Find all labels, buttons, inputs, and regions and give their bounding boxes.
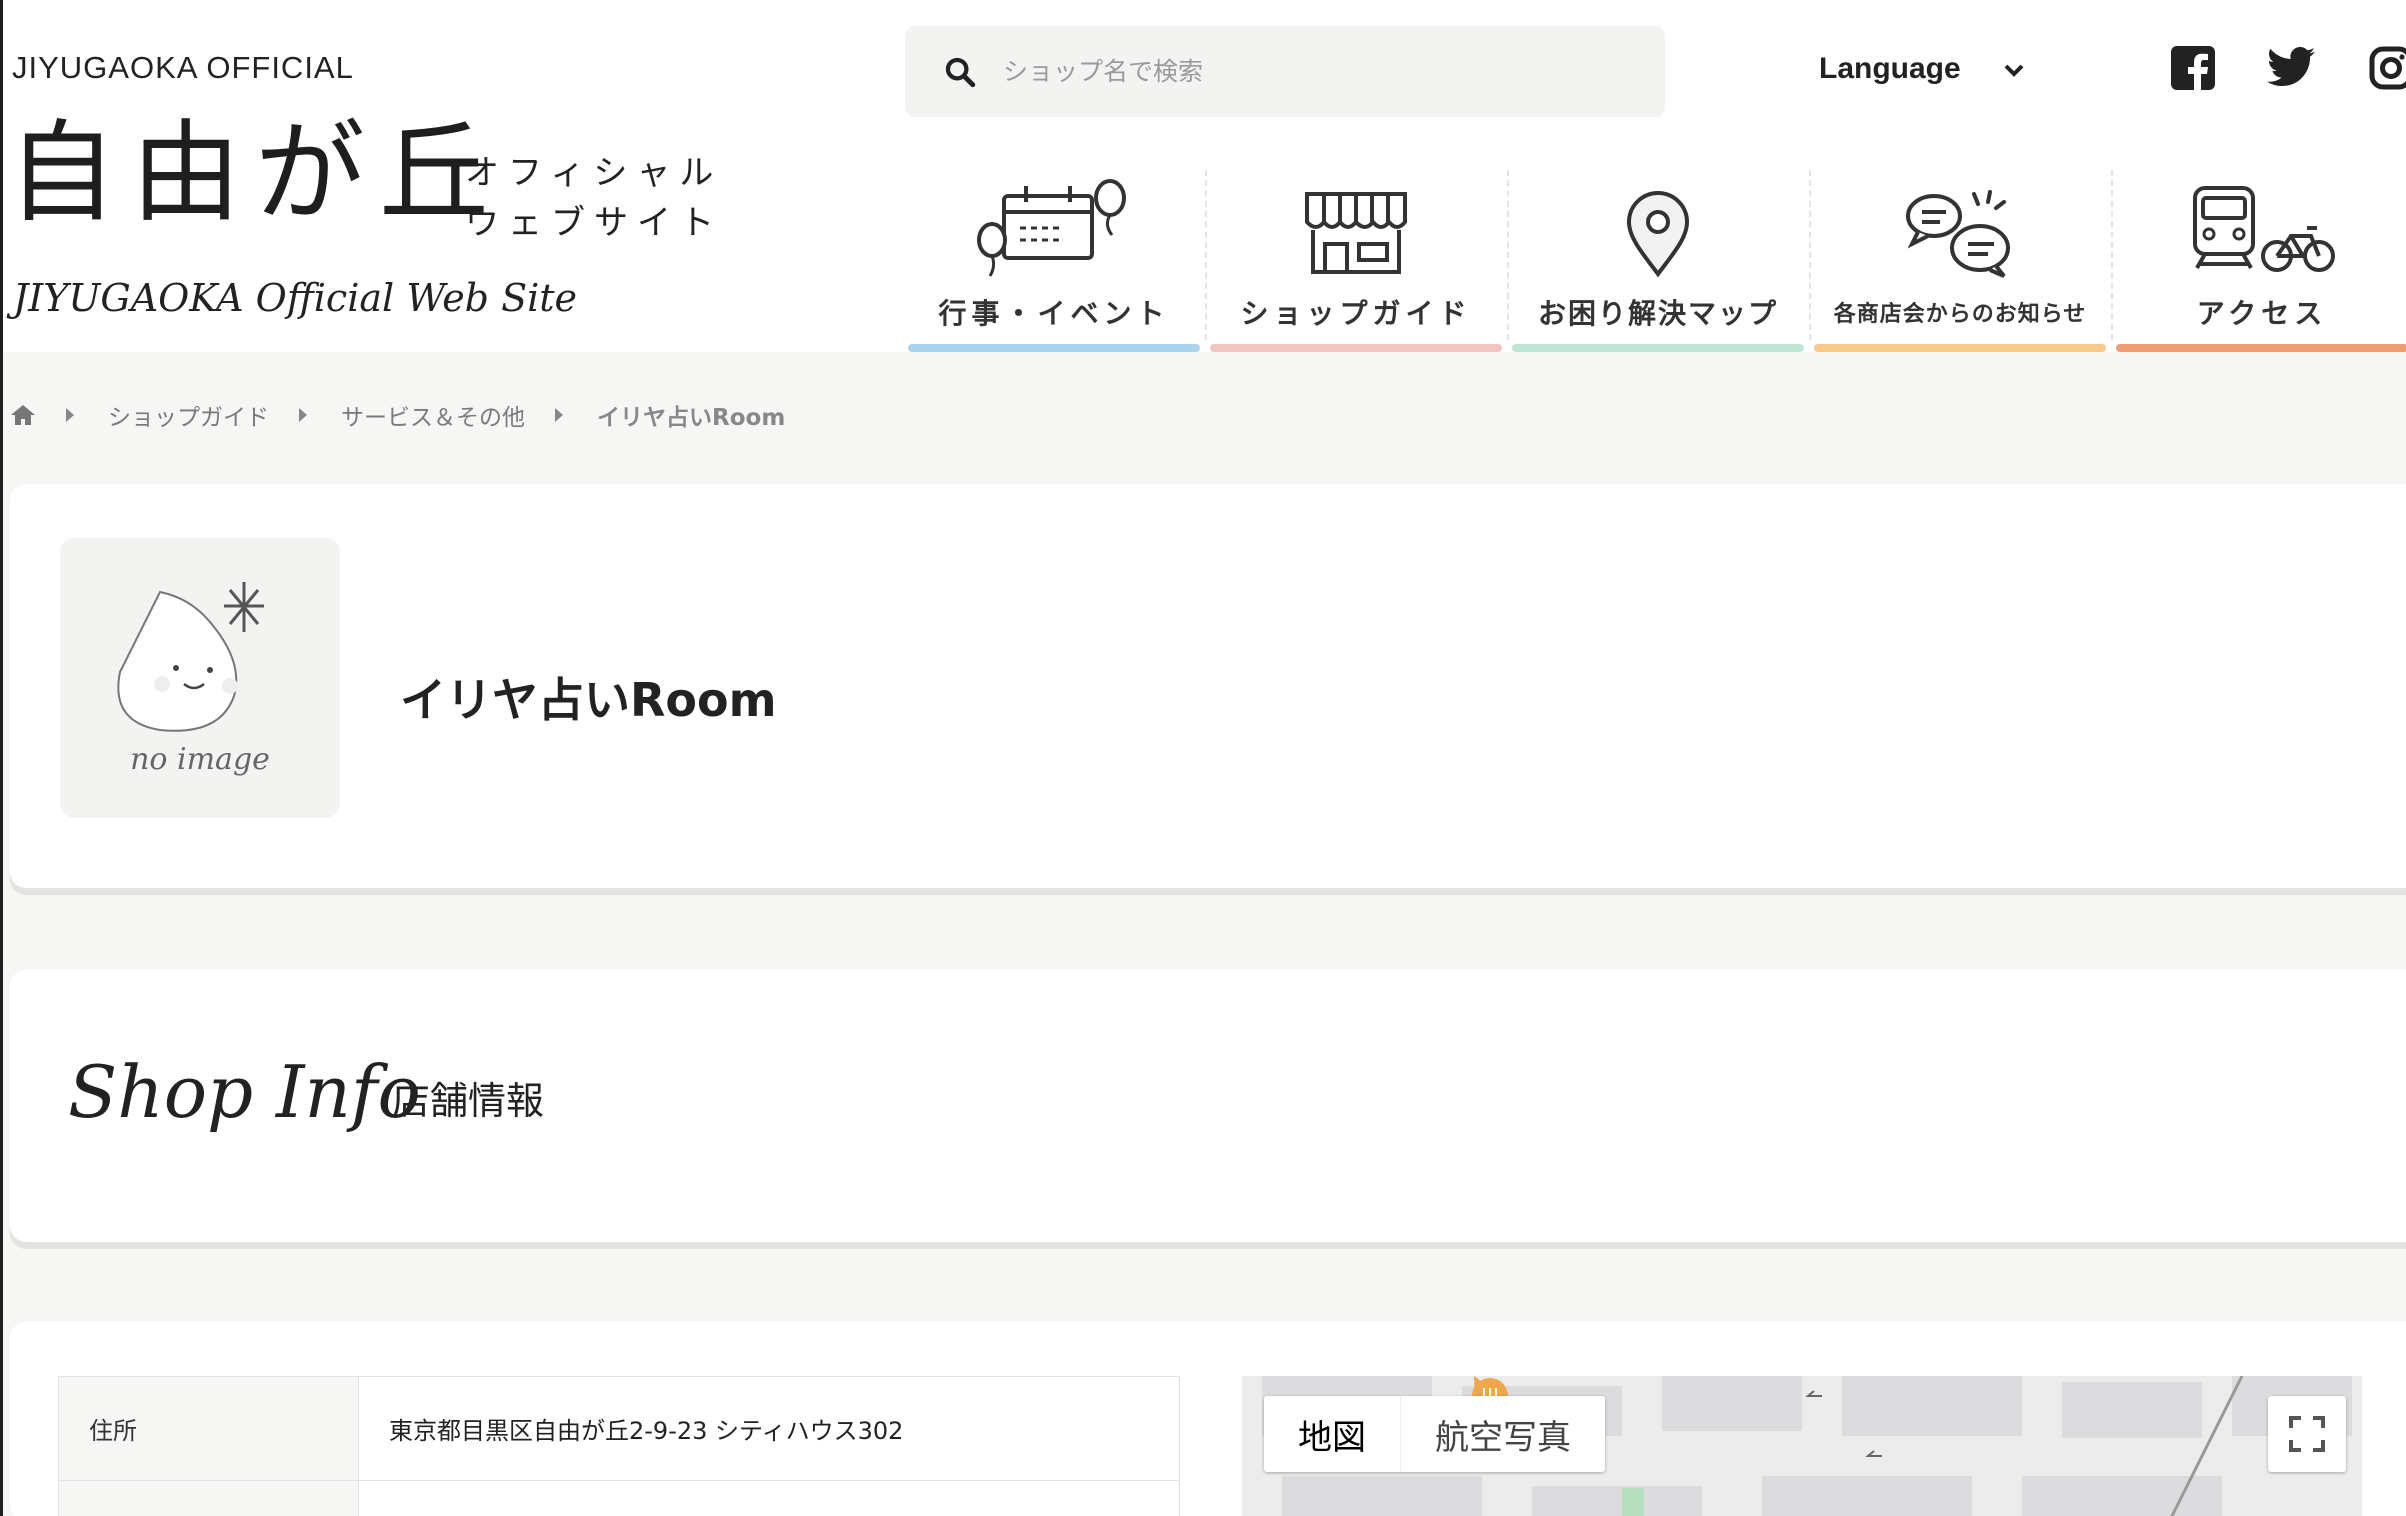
language-selector[interactable]: Language [1819, 52, 1961, 86]
nav-item-events[interactable]: 行事・イベント [908, 160, 1200, 352]
nav-item-notices[interactable]: 各商店会からのお知らせ [1814, 160, 2106, 352]
nav-underline [1512, 344, 1804, 352]
logo-subtitle: オフィシャル ウェブサイト [465, 148, 723, 248]
nav-divider [2111, 170, 2113, 340]
speech-bubbles-icon [1906, 190, 2010, 278]
breadcrumb-item-services[interactable]: サービス＆その他 [341, 398, 525, 432]
map-tab-map[interactable]: 地図 [1264, 1396, 1401, 1472]
brand-small-text: JIYUGAOKA OFFICIAL [12, 50, 354, 85]
facebook-icon[interactable] [2171, 46, 2215, 90]
fullscreen-button[interactable] [2268, 1396, 2346, 1472]
nav-divider [1205, 170, 1207, 340]
logo-subtitle-line1: オフィシャル [465, 153, 723, 193]
search-icon[interactable] [943, 55, 977, 89]
shop-info-script-title: Shop Info [68, 1050, 421, 1134]
table-key-address: 住所 [58, 1376, 359, 1481]
map-pin-icon [1626, 191, 1690, 278]
nav-label-access: アクセス [2196, 297, 2328, 330]
chevron-down-icon[interactable] [2003, 62, 2025, 78]
breadcrumb-item-shop-guide[interactable]: ショップガイド [108, 398, 269, 432]
no-image-label: no image [130, 742, 270, 777]
nav-item-help-map[interactable]: お困り解決マップ [1512, 160, 1804, 352]
instagram-icon[interactable] [2369, 46, 2406, 90]
table-key-empty [58, 1480, 359, 1516]
breadcrumb-current: イリヤ占いRoom [597, 405, 786, 431]
logo-script-text: JIYUGAOKA Official Web Site [13, 276, 578, 320]
shop-title: イリヤ占いRoom [400, 673, 777, 727]
no-image-placeholder: no image [60, 538, 340, 818]
table-value-address: 東京都目黒区自由が丘2-9-23 シティハウス302 [358, 1376, 1180, 1481]
storefront-icon [1305, 192, 1407, 274]
table-row [58, 1480, 1180, 1516]
table-value-empty [358, 1480, 1180, 1516]
home-icon[interactable] [10, 403, 36, 427]
breadcrumb-arrow-icon [555, 408, 563, 422]
main-nav: 行事・イベント ショップガイド お困り解決マップ 各商店会からのお知らせ アクセ… [908, 160, 2406, 352]
nav-item-shop-guide[interactable]: ショップガイド [1210, 160, 1502, 352]
nav-underline [908, 344, 1200, 352]
nav-item-access[interactable]: アクセス [2116, 160, 2406, 352]
breadcrumb-arrow-icon [66, 408, 74, 422]
nav-label-shop-guide: ショップガイド [1240, 297, 1472, 330]
breadcrumb-arrow-icon [299, 408, 307, 422]
breadcrumb: ショップガイド サービス＆その他 イリヤ占いRoom [10, 398, 785, 432]
calendar-balloons-icon [977, 179, 1126, 277]
shop-details-card: 住所 東京都目黒区自由が丘2-9-23 シティハウス302 地図 航空写真 [10, 1322, 2406, 1516]
twitter-icon[interactable] [2267, 46, 2315, 88]
shop-info-table: 住所 東京都目黒区自由が丘2-9-23 シティハウス302 [58, 1376, 1180, 1516]
search-box [905, 26, 1665, 117]
search-input[interactable] [1003, 57, 1603, 86]
logo-subtitle-line2: ウェブサイト [465, 203, 723, 243]
map-type-tabs: 地図 航空写真 [1264, 1396, 1605, 1472]
map-tab-satellite[interactable]: 航空写真 [1401, 1396, 1605, 1472]
nav-divider [1507, 170, 1509, 340]
nav-divider [1809, 170, 1811, 340]
train-bicycle-icon [2193, 186, 2335, 272]
nav-underline [2116, 344, 2406, 352]
nav-label-notices: 各商店会からのお知らせ [1833, 302, 2087, 327]
table-row: 住所 東京都目黒区自由が丘2-9-23 シティハウス302 [58, 1376, 1180, 1481]
shop-info-heading-card: Shop Info 店舗情報 [10, 970, 2406, 1242]
shop-header-card: no image イリヤ占いRoom [10, 484, 2406, 888]
google-map[interactable]: 地図 航空写真 [1242, 1376, 2362, 1516]
site-header: JIYUGAOKA OFFICIAL 自由が丘 オフィシャル ウェブサイト JI… [3, 0, 2406, 352]
site-logo[interactable]: 自由が丘 [7, 118, 503, 228]
nav-label-events: 行事・イベント [938, 297, 1170, 330]
fullscreen-icon [2289, 1416, 2325, 1452]
nav-underline [1210, 344, 1502, 352]
nav-label-help-map: お困り解決マップ [1537, 297, 1778, 330]
shop-info-jp-title: 店舗情報 [392, 1079, 545, 1123]
nav-underline [1814, 344, 2106, 352]
